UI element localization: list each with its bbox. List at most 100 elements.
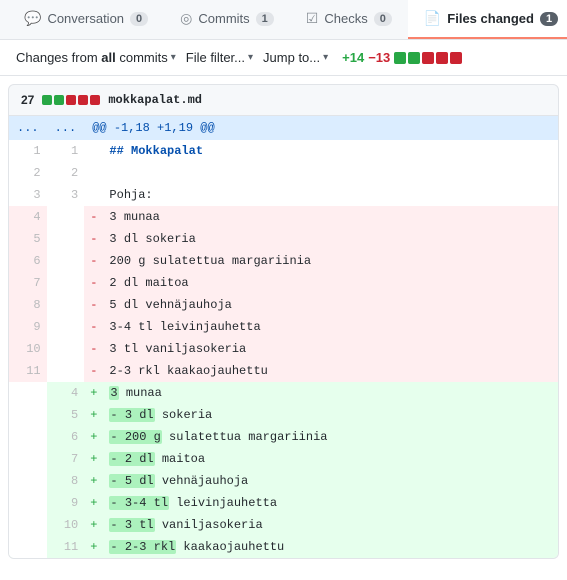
hunk-header: @@ -1,18 +1,19 @@ [84, 116, 558, 140]
line-code-2: Pohja: [103, 184, 558, 206]
line-num-old-15 [9, 470, 47, 492]
line-num-new-17: 10 [47, 514, 85, 536]
diff-line-12: 5+ - 3 dl sokeria [9, 404, 558, 426]
inline-highlight: - 5 dl [109, 474, 154, 488]
line-marker-12: + [84, 404, 103, 426]
line-marker-16: + [84, 492, 103, 514]
line-num-new-13: 6 [47, 426, 85, 448]
line-num-old-10: 11 [9, 360, 47, 382]
line-num-old-3: 4 [9, 206, 47, 228]
diff-line-17: 10+ - 3 tl vaniljasokeria [9, 514, 558, 536]
file-block-3 [78, 95, 88, 105]
commits-filter-button[interactable]: Changes from all commits ▾ [16, 50, 176, 65]
line-marker-11: + [84, 382, 103, 404]
line-plain: sulatettua margariinia [162, 430, 328, 444]
line-num-new-14: 7 [47, 448, 85, 470]
line-num-old-12 [9, 404, 47, 426]
diff-line-18: 11+ - 2-3 rkl kaakaojauhettu [9, 536, 558, 558]
line-content-4: 3 dl sokeria [109, 232, 195, 246]
line-code-14: - 2 dl maitoa [103, 448, 558, 470]
line-num-new-4 [47, 228, 85, 250]
file-filter-button[interactable]: File filter... ▾ [186, 50, 253, 65]
line-marker-7: - [84, 294, 103, 316]
file-section: 27 mokkapalat.md ... ... @@ -1,18 +1,19 … [0, 84, 567, 559]
diff-block-1 [408, 52, 420, 64]
tab-checks[interactable]: ☑ Checks 0 [290, 0, 408, 39]
line-num-old-11 [9, 382, 47, 404]
line-marker-2 [84, 184, 103, 206]
line-num-old-14 [9, 448, 47, 470]
diff-line-2: 33Pohja: [9, 184, 558, 206]
line-num-old-9: 10 [9, 338, 47, 360]
tab-commits[interactable]: ◎ Commits 1 [164, 0, 290, 39]
inline-highlight: - 200 g [109, 430, 161, 444]
line-num-new-8 [47, 316, 85, 338]
conversation-icon: 💬 [24, 10, 41, 27]
diff-table: ... ... @@ -1,18 +1,19 @@ 11 ## Mokkapala… [9, 116, 558, 558]
line-plain: vehnäjauhoja [155, 474, 249, 488]
line-num-old-18 [9, 536, 47, 558]
diff-additions: +14 [342, 50, 364, 65]
line-code-13: - 200 g sulatettua margariinia [103, 426, 558, 448]
line-code-16: - 3-4 tl leivinjauhetta [103, 492, 558, 514]
line-code-1 [103, 162, 558, 184]
line-plain: leivinjauhetta [169, 496, 277, 510]
diff-line-7: 8 - 5 dl vehnäjauhoja [9, 294, 558, 316]
line-code-18: - 2-3 rkl kaakaojauhettu [103, 536, 558, 558]
tab-badge-conversation: 0 [130, 12, 148, 26]
diff-line-8: 9- 3-4 tl leivinjauhetta [9, 316, 558, 338]
tab-badge-files-changed: 1 [540, 12, 558, 26]
line-num-old-1: 2 [9, 162, 47, 184]
line-marker-3: - [84, 206, 103, 228]
diff-line-6: 7 - 2 dl maitoa [9, 272, 558, 294]
files-changed-icon: 📄 [424, 10, 441, 27]
tab-label-conversation: Conversation [47, 11, 124, 26]
line-code-0: ## Mokkapalat [103, 140, 558, 162]
hunk-row: ... ... @@ -1,18 +1,19 @@ [9, 116, 558, 140]
line-code-11: 3 munaa [103, 382, 558, 404]
line-num-old-7: 8 [9, 294, 47, 316]
checks-icon: ☑ [306, 10, 319, 27]
diff-line-0: 11## Mokkapalat [9, 140, 558, 162]
line-num-new-18: 11 [47, 536, 85, 558]
tab-files-changed[interactable]: 📄 Files changed 1 [408, 0, 567, 39]
line-content-6: 2 dl maitoa [109, 276, 188, 290]
diff-stat: +14−13 [342, 50, 462, 65]
file-block-0 [42, 95, 52, 105]
tab-label-files-changed: Files changed [447, 11, 534, 26]
diff-block-2 [422, 52, 434, 64]
diff-line-5: 6- 200 g sulatettua margariinia [9, 250, 558, 272]
line-plain: sokeria [155, 408, 213, 422]
hunk-ellipsis-new: ... [47, 116, 85, 140]
file-count: 27 [21, 93, 34, 107]
line-num-old-6: 7 [9, 272, 47, 294]
diff-line-14: 7+ - 2 dl maitoa [9, 448, 558, 470]
line-num-old-0: 1 [9, 140, 47, 162]
tab-bar: 💬 Conversation 0 ◎ Commits 1 ☑ Checks 0 … [0, 0, 567, 40]
diff-line-10: 11 - 2-3 rkl kaakaojauhettu [9, 360, 558, 382]
line-marker-6: - [84, 272, 103, 294]
line-content-10: 2-3 rkl kaakaojauhettu [109, 364, 267, 378]
diff-block-3 [436, 52, 448, 64]
inline-highlight: - 3 tl [109, 518, 154, 532]
line-code-15: - 5 dl vehnäjauhoja [103, 470, 558, 492]
inline-highlight: - 2-3 rkl [109, 540, 176, 554]
line-marker-10: - [84, 360, 103, 382]
diff-line-3: 4 - 3 munaa [9, 206, 558, 228]
inline-highlight: - 3 dl [109, 408, 154, 422]
line-content-7: 5 dl vehnäjauhoja [109, 298, 231, 312]
tab-badge-commits: 1 [256, 12, 274, 26]
line-content-bold-0: ## Mokkapalat [109, 144, 203, 158]
tab-label-checks: Checks [324, 11, 367, 26]
tab-conversation[interactable]: 💬 Conversation 0 [8, 0, 164, 39]
line-num-new-2: 3 [47, 184, 85, 206]
line-code-8: 3-4 tl leivinjauhetta [103, 316, 558, 338]
diff-line-16: 9+ - 3-4 tl leivinjauhetta [9, 492, 558, 514]
file-block-1 [54, 95, 64, 105]
line-content-3: 3 munaa [109, 210, 159, 224]
line-marker-17: + [84, 514, 103, 536]
line-content-5: 200 g sulatettua margariinia [109, 254, 311, 268]
jump-to-button[interactable]: Jump to... ▾ [263, 50, 328, 65]
file-block-4 [90, 95, 100, 105]
line-num-new-16: 9 [47, 492, 85, 514]
